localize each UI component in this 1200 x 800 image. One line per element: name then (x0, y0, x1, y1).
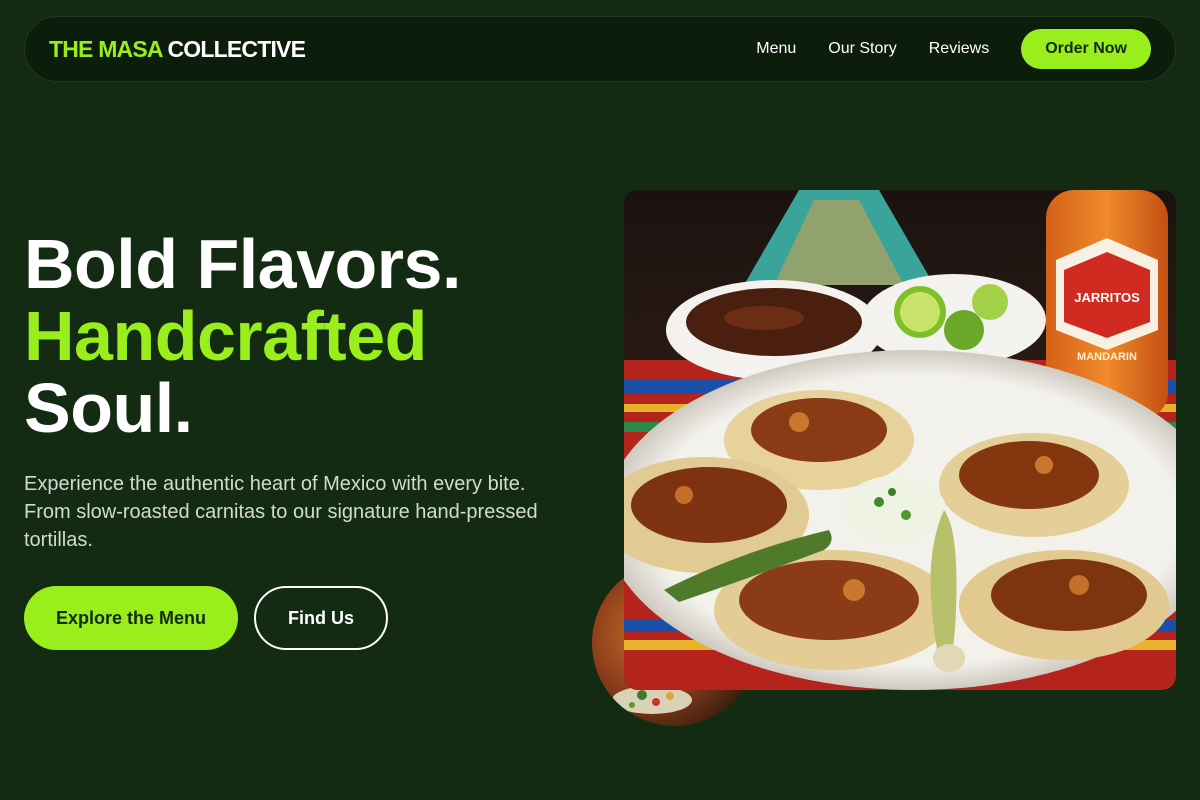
tacos-photo: JARRITOS MANDARIN (624, 190, 1176, 690)
hero-title: Bold Flavors. Handcrafted Soul. (24, 228, 544, 444)
nav-link-our-story[interactable]: Our Story (828, 40, 896, 58)
brand-logo-rest: COLLECTIVE (167, 35, 306, 62)
brand-logo[interactable]: THE MASA COLLECTIVE (49, 35, 306, 63)
hero-buttons: Explore the Menu Find Us (24, 586, 389, 650)
bottle-brand-label: JARRITOS (1074, 290, 1140, 305)
nav-link-reviews[interactable]: Reviews (929, 40, 989, 58)
order-now-button[interactable]: Order Now (1021, 29, 1151, 69)
hero-title-line2: Handcrafted (24, 297, 427, 375)
nav-link-menu[interactable]: Menu (756, 40, 796, 58)
explore-menu-button[interactable]: Explore the Menu (24, 586, 239, 650)
hero-title-line1: Bold Flavors. (24, 225, 461, 303)
hero-title-line3: Soul. (24, 369, 193, 447)
nav-links: Menu Our Story Reviews Order Now (756, 29, 1151, 69)
navbar: THE MASA COLLECTIVE Menu Our Story Revie… (24, 16, 1176, 82)
find-us-button[interactable]: Find Us (254, 586, 389, 650)
bottle-flavor-label: MANDARIN (1077, 351, 1137, 363)
hero-description: Experience the authentic heart of Mexico… (24, 473, 538, 551)
brand-logo-accent: THE MASA (49, 35, 163, 62)
